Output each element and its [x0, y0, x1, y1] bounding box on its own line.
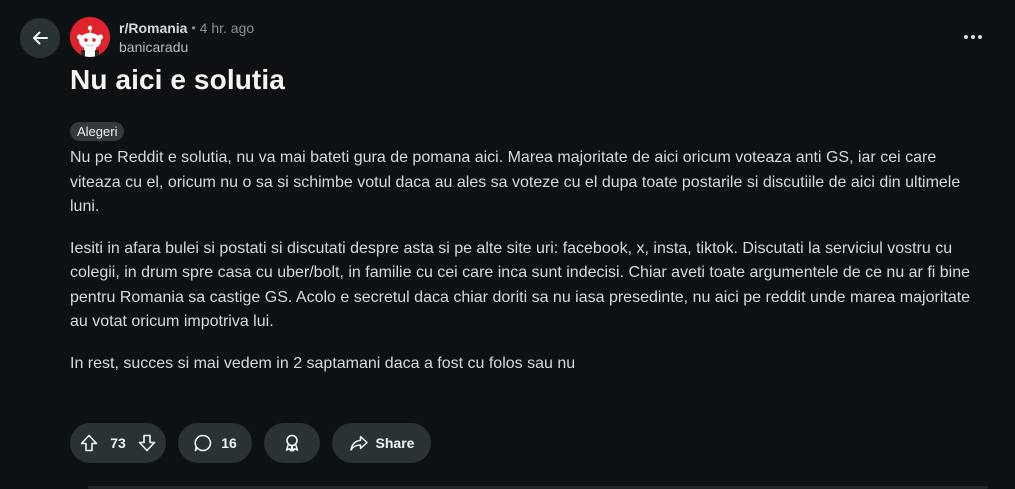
body-paragraph: Iesiti in afara bulei si postati si disc… — [70, 239, 971, 331]
more-horizontal-icon — [964, 35, 982, 39]
upvote-arrow-icon — [80, 434, 98, 452]
share-arrow-icon — [349, 435, 368, 451]
share-button[interactable]: Share — [332, 423, 431, 463]
arrow-left-icon — [33, 31, 48, 45]
downvote-button[interactable] — [136, 432, 158, 454]
upvote-button[interactable] — [78, 432, 100, 454]
share-label: Share — [375, 435, 415, 451]
more-options-button[interactable] — [956, 22, 990, 52]
post-page: r/Romania • 4 hr. ago banicaradu Nu aici… — [0, 0, 1015, 489]
reddit-snoo-icon — [70, 17, 110, 57]
award-button[interactable] — [264, 423, 320, 463]
vote-control: 73 — [70, 423, 166, 463]
body-paragraph: Nu pe Reddit e solutia, nu va mai bateti… — [70, 149, 961, 215]
downvote-arrow-icon — [138, 434, 156, 452]
author-link[interactable]: banicaradu — [119, 37, 254, 57]
subreddit-avatar[interactable] — [70, 17, 110, 57]
comment-bubble-icon — [194, 434, 212, 452]
vote-count: 73 — [110, 435, 126, 451]
back-button[interactable] — [20, 18, 60, 58]
subreddit-link[interactable]: r/Romania — [119, 18, 187, 38]
post-title: Nu aici e solutia — [70, 64, 285, 95]
post-meta: r/Romania • 4 hr. ago banicaradu — [119, 18, 254, 57]
meta-separator: • — [191, 21, 196, 35]
comments-button[interactable]: 16 — [178, 423, 252, 463]
post-actions: 73 16 Share — [70, 423, 431, 463]
body-paragraph: In rest, succes si mai vedem in 2 saptam… — [70, 354, 576, 372]
post-body: Nu pe Reddit e solutia, nu va mai bateti… — [70, 146, 990, 393]
post-flair[interactable]: Alegeri — [70, 122, 125, 141]
comment-count: 16 — [221, 435, 237, 451]
award-icon — [285, 434, 299, 452]
post-time: 4 hr. ago — [199, 20, 255, 36]
